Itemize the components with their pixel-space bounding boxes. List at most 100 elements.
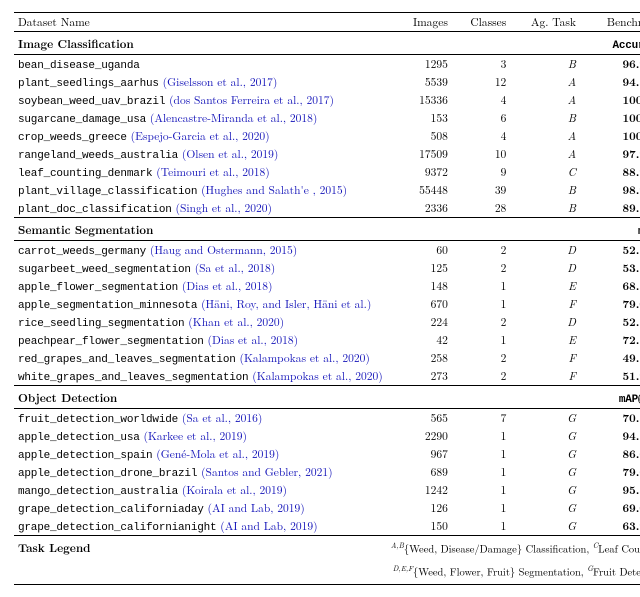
citation: (Dias et al., 2018) <box>207 332 298 348</box>
citation: (Dias et al., 2018) <box>182 278 273 294</box>
ag-cell: B <box>510 55 580 74</box>
classes-cell: 1 <box>452 463 510 481</box>
images-cell: 148 <box>387 277 452 295</box>
bench-cell: 100.0% <box>580 127 640 145</box>
table-row: red_grapes_and_leaves_segmentation (Kala… <box>14 349 640 367</box>
table-row: apple_segmentation_minnesota (Häni, Roy,… <box>14 295 640 313</box>
dataset-code: bean_disease_uganda <box>18 60 140 72</box>
dataset-code: crop_weeds_greece <box>18 132 127 144</box>
images-cell: 15336 <box>387 91 452 109</box>
dataset-code: plant_doc_classification <box>18 204 172 216</box>
table-row: peachpear_flower_segmentation (Dias et a… <box>14 331 640 349</box>
ag-cell: A <box>510 145 580 163</box>
dataset-name-cell: white_grapes_and_leaves_segmentation (Ka… <box>14 367 387 386</box>
images-cell: 273 <box>387 367 452 386</box>
bench-cell: 89.27% <box>580 199 640 218</box>
images-cell: 1295 <box>387 55 452 74</box>
citation: (Gené-Mola et al., 2019) <box>156 446 279 462</box>
ag-cell: G <box>510 445 580 463</box>
dataset-name-cell: peachpear_flower_segmentation (Dias et a… <box>14 331 387 349</box>
table-row: leaf_counting_denmark (Teimouri et al., … <box>14 163 640 181</box>
dataset-code: carrot_weeds_germany <box>18 246 146 258</box>
ag-cell: C <box>510 163 580 181</box>
table-row: grape_detection_californianight (AI and … <box>14 517 640 536</box>
dataset-name-cell: plant_seedlings_aarhus (Giselsson et al.… <box>14 73 387 91</box>
classes-cell: 1 <box>452 481 510 499</box>
images-cell: 224 <box>387 313 452 331</box>
ag-cell: G <box>510 499 580 517</box>
ag-cell: G <box>510 517 580 536</box>
table-row: crop_weeds_greece (Espejo-Garcia et al.,… <box>14 127 640 145</box>
header-row: Dataset Name Images Classes Ag. Task Ben… <box>14 13 640 32</box>
dataset-name-cell: rangeland_weeds_australia (Olsen et al.,… <box>14 145 387 163</box>
images-cell: 565 <box>387 409 452 428</box>
dataset-code: peachpear_flower_segmentation <box>18 336 204 348</box>
bench-cell: 95.32% <box>580 481 640 499</box>
section-metric: mAP@0.5 <box>580 386 640 409</box>
citation: (Häni, Roy, and Isler, Häni et al.) <box>201 296 371 312</box>
ag-cell: G <box>510 463 580 481</box>
legend-line-1: A,B{Weed, Disease/Damage} Classification… <box>387 536 640 561</box>
classes-cell: 1 <box>452 445 510 463</box>
section-title: Image Classification <box>14 32 580 55</box>
bench-cell: 49.18% <box>580 349 640 367</box>
bench-cell: 70.35% <box>580 409 640 428</box>
citation: (Khan et al., 2020) <box>188 314 284 330</box>
col-benchmark: Benchmark <box>580 13 640 32</box>
dataset-code: grape_detection_californiaday <box>18 504 204 516</box>
benchmark-table: Dataset Name Images Classes Ag. Task Ben… <box>14 12 640 585</box>
dataset-name-cell: bean_disease_uganda <box>14 55 387 74</box>
dataset-code: apple_detection_usa <box>18 432 140 444</box>
dataset-code: apple_flower_segmentation <box>18 282 178 294</box>
bench-cell: 51.93% <box>580 367 640 386</box>
dataset-code: soybean_weed_uav_brazil <box>18 96 165 108</box>
dataset-code: rice_seedling_segmentation <box>18 318 184 330</box>
dataset-code: rangeland_weeds_australia <box>18 150 178 162</box>
ag-cell: D <box>510 259 580 277</box>
ag-cell: E <box>510 277 580 295</box>
dataset-code: red_grapes_and_leaves_segmentation <box>18 354 236 366</box>
classes-cell: 3 <box>452 55 510 74</box>
ag-cell: G <box>510 427 580 445</box>
dataset-name-cell: carrot_weeds_germany (Haug and Ostermann… <box>14 241 387 260</box>
images-cell: 150 <box>387 517 452 536</box>
dataset-name-cell: red_grapes_and_leaves_segmentation (Kala… <box>14 349 387 367</box>
table-row: white_grapes_and_leaves_segmentation (Ka… <box>14 367 640 386</box>
citation: (AI and Lab, 2019) <box>220 518 317 534</box>
images-cell: 55448 <box>387 181 452 199</box>
table-row: apple_flower_segmentation (Dias et al., … <box>14 277 640 295</box>
citation: (Santos and Gebler, 2021) <box>201 464 332 480</box>
ag-cell: B <box>510 109 580 127</box>
dataset-code: mango_detection_australia <box>18 486 178 498</box>
table-row: Semantic SegmentationmIoU <box>14 218 640 241</box>
bench-cell: 86.65% <box>580 445 640 463</box>
images-cell: 1242 <box>387 481 452 499</box>
legend-title: Task Legend <box>14 536 387 585</box>
bench-cell: 69.01% <box>580 499 640 517</box>
citation: (AI and Lab, 2019) <box>207 500 304 516</box>
classes-cell: 4 <box>452 127 510 145</box>
ag-cell: G <box>510 409 580 428</box>
dataset-name-cell: apple_detection_drone_brazil (Santos and… <box>14 463 387 481</box>
dataset-name-cell: sugarbeet_weed_segmentation (Sa et al., … <box>14 259 387 277</box>
citation: (Karkee et al., 2019) <box>143 428 247 444</box>
dataset-name-cell: mango_detection_australia (Koirala et al… <box>14 481 387 499</box>
dataset-name-cell: sugarcane_damage_usa (Alencastre-Miranda… <box>14 109 387 127</box>
citation: (Haug and Ostermann, 2015) <box>150 242 297 258</box>
bench-cell: 68.38% <box>580 277 640 295</box>
table-row: mango_detection_australia (Koirala et al… <box>14 481 640 499</box>
images-cell: 508 <box>387 127 452 145</box>
table-row: plant_village_classification (Hughes and… <box>14 181 640 199</box>
ag-cell: F <box>510 349 580 367</box>
dataset-code: plant_village_classification <box>18 186 197 198</box>
images-cell: 967 <box>387 445 452 463</box>
images-cell: 689 <box>387 463 452 481</box>
bench-cell: 94.39% <box>580 73 640 91</box>
images-cell: 153 <box>387 109 452 127</box>
ag-cell: A <box>510 73 580 91</box>
table-row: Image ClassificationAccuracy <box>14 32 640 55</box>
bench-cell: 100.0% <box>580 109 640 127</box>
table-row: sugarbeet_weed_segmentation (Sa et al., … <box>14 259 640 277</box>
dataset-code: plant_seedlings_aarhus <box>18 78 159 90</box>
classes-cell: 4 <box>452 91 510 109</box>
